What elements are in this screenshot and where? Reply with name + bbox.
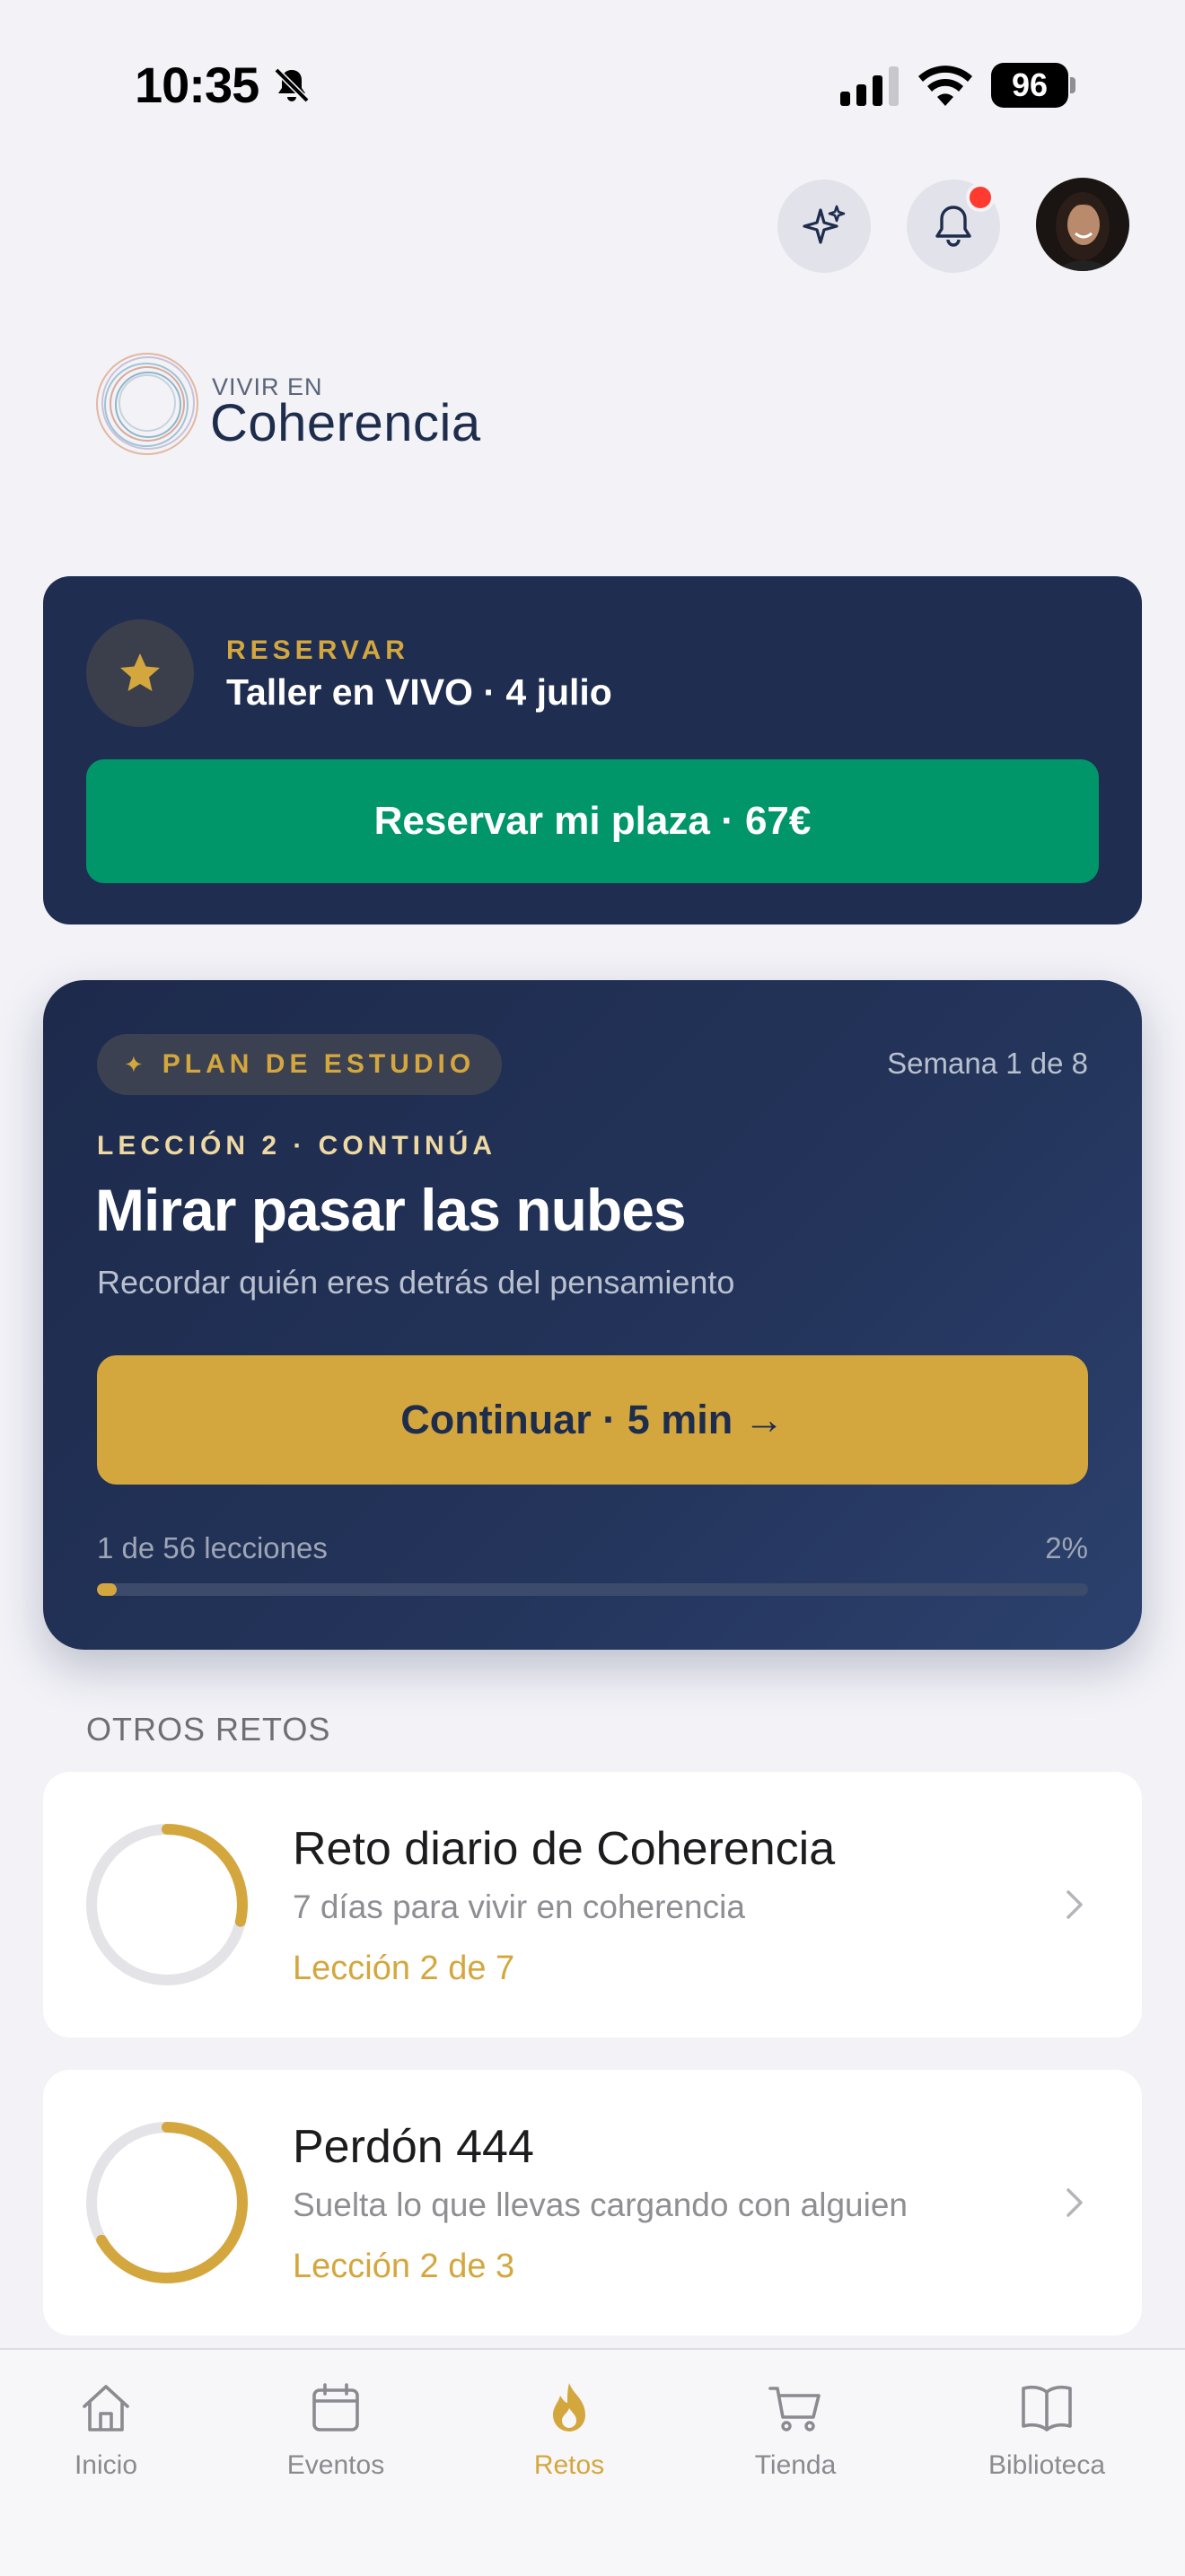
notification-badge xyxy=(966,183,995,212)
tab-tienda[interactable]: Tienda xyxy=(706,2377,885,2481)
challenge-card[interactable]: Perdón 444 Suelta lo que llevas cargando… xyxy=(43,2070,1142,2335)
challenge-subtitle: 7 días para vivir en coherencia xyxy=(293,1888,745,1925)
challenge-lesson: Lección 2 de 7 xyxy=(293,1950,515,1987)
status-bar: 10:35 96 xyxy=(0,0,1185,171)
cellular-signal-icon xyxy=(840,66,899,106)
tab-inicio[interactable]: Inicio xyxy=(16,2377,196,2481)
section-label-otros-retos: OTROS RETOS xyxy=(86,1711,331,1748)
challenge-lesson: Lección 2 de 3 xyxy=(293,2247,515,2285)
battery-tip xyxy=(1070,77,1075,93)
progress-bar-fill xyxy=(97,1583,118,1596)
reserve-title: Taller en VIVO · 4 julio xyxy=(226,671,612,713)
tab-biblioteca[interactable]: Biblioteca xyxy=(957,2377,1137,2481)
star-badge xyxy=(86,619,194,727)
lesson-subtitle: Recordar quién eres detrás del pensamien… xyxy=(97,1264,735,1301)
silent-bell-icon xyxy=(274,67,310,103)
cart-icon xyxy=(768,2387,821,2431)
tab-bar: Inicio Eventos Retos Tienda Biblioteca xyxy=(0,2348,1185,2576)
lesson-count: 1 de 56 lecciones xyxy=(97,1531,328,1564)
sparkle-icon: ✦ xyxy=(124,1050,148,1078)
tab-retos[interactable]: Retos xyxy=(479,2377,659,2481)
tab-label: Eventos xyxy=(286,2450,385,2480)
sparkles-icon xyxy=(803,205,846,244)
challenge-subtitle: Suelta lo que llevas cargando con alguie… xyxy=(293,2186,908,2223)
study-plan-card: ✦ PLAN DE ESTUDIO Semana 1 de 8 LECCIÓN … xyxy=(43,980,1142,1650)
workshop-reserve-card: RESERVAR Taller en VIVO · 4 julio Reserv… xyxy=(43,576,1142,924)
status-time: 10:35 xyxy=(135,57,259,113)
reserve-kicker: RESERVAR xyxy=(226,635,409,665)
continue-lesson-button[interactable]: Continuar · 5 min → xyxy=(97,1355,1088,1485)
progress-ring xyxy=(86,1824,248,1985)
wifi-icon xyxy=(918,66,972,106)
tab-label: Inicio xyxy=(74,2450,138,2480)
challenge-card[interactable]: Reto diario de Coherencia 7 días para vi… xyxy=(43,1772,1142,2037)
progress-ring xyxy=(86,2122,248,2283)
challenge-title: Perdón 444 xyxy=(293,2121,534,2173)
battery-level: 96 xyxy=(991,63,1068,108)
home-icon xyxy=(83,2385,129,2431)
ai-assistant-button[interactable] xyxy=(777,180,871,273)
tab-eventos[interactable]: Eventos xyxy=(246,2377,426,2481)
profile-avatar[interactable] xyxy=(1036,178,1129,271)
battery-indicator: 96 xyxy=(991,63,1075,108)
study-plan-badge-label: PLAN DE ESTUDIO xyxy=(162,1049,476,1079)
star-icon xyxy=(120,653,160,691)
avatar-photo xyxy=(1036,178,1129,271)
bell-icon xyxy=(935,206,971,247)
week-indicator: Semana 1 de 8 xyxy=(887,1047,1088,1080)
reserve-spot-button[interactable]: Reservar mi plaza · 67€ xyxy=(86,759,1099,883)
tab-label: Tienda xyxy=(754,2450,837,2480)
chevron-right-icon xyxy=(1066,2188,1083,2217)
chevron-right-icon xyxy=(1066,1890,1083,1919)
tab-label: Retos xyxy=(533,2450,605,2480)
challenge-title: Reto diario de Coherencia xyxy=(293,1823,836,1875)
progress-percent: 2% xyxy=(1045,1531,1088,1564)
lesson-title: Mirar pasar las nubes xyxy=(95,1177,687,1243)
lesson-kicker: LECCIÓN 2 · CONTINÚA xyxy=(97,1131,496,1161)
tab-label: Biblioteca xyxy=(988,2450,1106,2480)
coherencia-logo-icon xyxy=(96,353,198,455)
calendar-icon xyxy=(312,2383,359,2431)
progress-bar xyxy=(97,1583,1088,1596)
book-icon xyxy=(1022,2386,1072,2431)
flame-icon xyxy=(553,2383,585,2431)
study-plan-badge: ✦ PLAN DE ESTUDIO xyxy=(97,1034,503,1095)
logo-wordmark: Coherencia xyxy=(210,394,481,452)
